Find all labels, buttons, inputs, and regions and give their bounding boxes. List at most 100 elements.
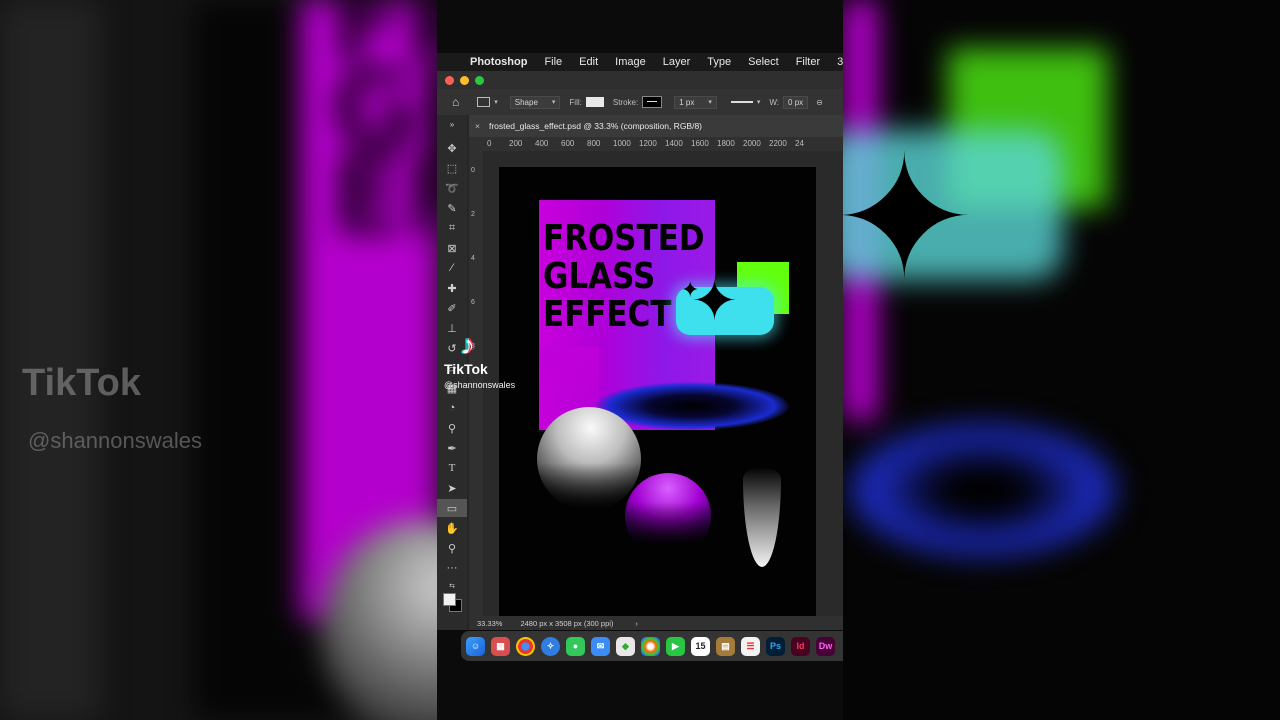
document-canvas[interactable]: FROSTED GLASS EFFECT ✦ ✦ — [499, 167, 816, 617]
fill-label: Fill: — [569, 97, 582, 107]
marquee-tool-icon[interactable]: ⬚ — [437, 159, 467, 177]
launchpad-icon[interactable]: ▦ — [491, 636, 510, 656]
chevron-down-icon: ▾ — [551, 99, 556, 106]
white-drop-shape — [743, 467, 781, 567]
zoom-window-button[interactable] — [475, 76, 484, 85]
mail-icon[interactable]: ✉ — [591, 636, 610, 656]
maps-icon[interactable]: ◆ — [616, 636, 635, 656]
stroke-width-field[interactable]: 1 px ▾ — [674, 95, 717, 109]
blurred-tiktok-username: @shannonswales — [28, 428, 202, 453]
home-icon[interactable]: ⌂ — [452, 95, 459, 109]
hand-tool-icon[interactable]: ✋ — [437, 519, 467, 537]
zoom-tool-icon[interactable]: ⚲ — [437, 539, 467, 557]
chevron-down-icon: ▾ — [708, 99, 712, 106]
menu-photoshop[interactable]: Photoshop — [470, 56, 527, 68]
eyedropper-tool-icon[interactable]: ⁄ — [437, 259, 467, 277]
ruler-tick: 1600 — [691, 139, 709, 148]
indesign-app-icon[interactable]: Id — [791, 636, 810, 656]
ruler-tick: 24 — [795, 139, 804, 148]
crop-tool-icon[interactable]: ⌗ — [437, 219, 467, 237]
stroke-color-swatch[interactable] — [642, 96, 663, 108]
link-icon[interactable]: ⊖ — [816, 98, 823, 107]
status-bar: 33.33% 2480 px x 3508 px (300 ppi) › — [469, 616, 843, 630]
rectangle-tool-preset-icon[interactable] — [477, 97, 491, 107]
type-tool-icon[interactable]: T — [437, 459, 467, 477]
ruler-tick: 800 — [587, 139, 601, 148]
ruler-tick: 4 — [471, 255, 475, 262]
reminders-icon[interactable]: ☰ — [741, 636, 760, 656]
menu-image[interactable]: Image — [615, 56, 646, 68]
frame-tool-icon[interactable]: ⊠ — [437, 239, 467, 257]
tiktok-username: @shannonswales — [444, 380, 516, 390]
path-selection-tool-icon[interactable]: ➤ — [437, 479, 467, 497]
brush-tool-icon[interactable]: ✐ — [437, 299, 467, 317]
photoshop-app-icon[interactable]: Ps — [766, 636, 785, 656]
status-menu-arrow[interactable]: › — [635, 619, 638, 628]
blur-tool-icon[interactable]: ◔ — [437, 399, 467, 417]
fill-color-swatch[interactable] — [585, 97, 604, 107]
calendar-icon[interactable]: 15 — [691, 636, 710, 656]
safari-icon[interactable]: ✧ — [541, 636, 560, 656]
document-tab-title: frosted_glass_effect.psd @ 33.3% (compos… — [488, 121, 703, 131]
minimize-window-button[interactable] — [460, 76, 469, 85]
lasso-tool-icon[interactable]: ➰ — [437, 179, 467, 197]
move-tool-icon[interactable]: ✥ — [437, 139, 467, 157]
small-star-icon: ✦ — [681, 277, 700, 302]
facetime-icon[interactable]: ▶ — [666, 636, 685, 656]
foreground-color-swatch[interactable] — [443, 593, 456, 606]
ruler-tick: 1000 — [613, 139, 631, 148]
mac-menubar: Photoshop File Edit Image Layer Type Sel… — [437, 53, 843, 71]
tiktok-logo-icon: ♪ — [461, 329, 475, 360]
expand-panel-icon[interactable]: » — [437, 115, 467, 133]
menu-type[interactable]: Type — [707, 56, 731, 68]
ruler-tick: 1400 — [665, 139, 683, 148]
stroke-style-select[interactable] — [730, 101, 753, 103]
ruler-tick: 2200 — [769, 139, 787, 148]
mac-dock: ☺ ▦ ✧ ● ✉ ◆ ▶ 15 ▤ ☰ Ps Id Dw — [461, 631, 843, 661]
canvas-area[interactable]: FROSTED GLASS EFFECT ✦ ✦ — [483, 151, 843, 621]
ruler-tick: 2000 — [743, 139, 761, 148]
photoshop-window: ⌂ ▾ Shape ▾ Fill: Stroke: 1 px ▾ ▾ W: 0 … — [437, 71, 843, 630]
healing-brush-tool-icon[interactable]: ✚ — [437, 279, 467, 297]
blurred-title-text: FROSTED GLASS EFFECT — [330, 0, 437, 259]
quick-selection-tool-icon[interactable]: ✎ — [437, 199, 467, 217]
menu-file[interactable]: File — [544, 56, 562, 68]
dodge-tool-icon[interactable]: ⚲ — [437, 419, 467, 437]
screen-recording: Photoshop File Edit Image Layer Type Sel… — [437, 0, 843, 720]
messages-icon[interactable]: ● — [566, 636, 585, 656]
width-value: 0 px — [788, 97, 804, 107]
menu-select[interactable]: Select — [748, 56, 779, 68]
menu-layer[interactable]: Layer — [663, 56, 691, 68]
dreamweaver-app-icon[interactable]: Dw — [816, 636, 835, 656]
horizontal-ruler: 0 200 400 600 800 1000 1200 1400 1600 18… — [469, 137, 843, 152]
document-dimensions: 2480 px x 3508 px (300 ppi) — [520, 618, 614, 628]
more-tools-icon[interactable]: ··· — [437, 559, 467, 577]
blurred-background-left: FROSTED GLASS EFFECT TikTok @shannonswal… — [0, 0, 437, 720]
window-titlebar — [437, 71, 843, 89]
options-bar: ⌂ ▾ Shape ▾ Fill: Stroke: 1 px ▾ ▾ W: 0 … — [437, 89, 843, 115]
ruler-tick: 400 — [535, 139, 549, 148]
purple-sphere-shadow — [615, 502, 725, 562]
menu-filter[interactable]: Filter — [796, 56, 820, 68]
chevron-down-icon[interactable]: ▾ — [757, 98, 761, 106]
pen-tool-icon[interactable]: ✒ — [437, 439, 467, 457]
finder-icon[interactable]: ☺ — [466, 636, 485, 656]
width-field[interactable]: 0 px — [783, 95, 809, 109]
photos-icon[interactable] — [641, 636, 660, 656]
rectangle-tool-icon[interactable]: ▭ — [437, 499, 467, 517]
close-tab-icon[interactable]: × — [475, 121, 480, 131]
chevron-down-icon[interactable]: ▾ — [494, 98, 498, 106]
menu-edit[interactable]: Edit — [579, 56, 598, 68]
tiktok-name: TikTok — [444, 361, 488, 377]
tool-mode-select[interactable]: Shape ▾ — [509, 95, 561, 109]
menu-3d[interactable]: 3D — [837, 56, 843, 68]
ruler-tick: 6 — [471, 299, 475, 306]
artwork-title-line: FROSTED — [543, 218, 705, 259]
notes-app-icon[interactable]: ▤ — [716, 636, 735, 656]
close-window-button[interactable] — [445, 76, 454, 85]
document-tab[interactable]: × frosted_glass_effect.psd @ 33.3% (comp… — [469, 115, 843, 137]
width-label: W: — [769, 97, 780, 107]
stroke-width-value: 1 px — [679, 97, 695, 107]
chrome-icon[interactable] — [516, 636, 535, 656]
zoom-level[interactable]: 33.33% — [477, 619, 502, 628]
